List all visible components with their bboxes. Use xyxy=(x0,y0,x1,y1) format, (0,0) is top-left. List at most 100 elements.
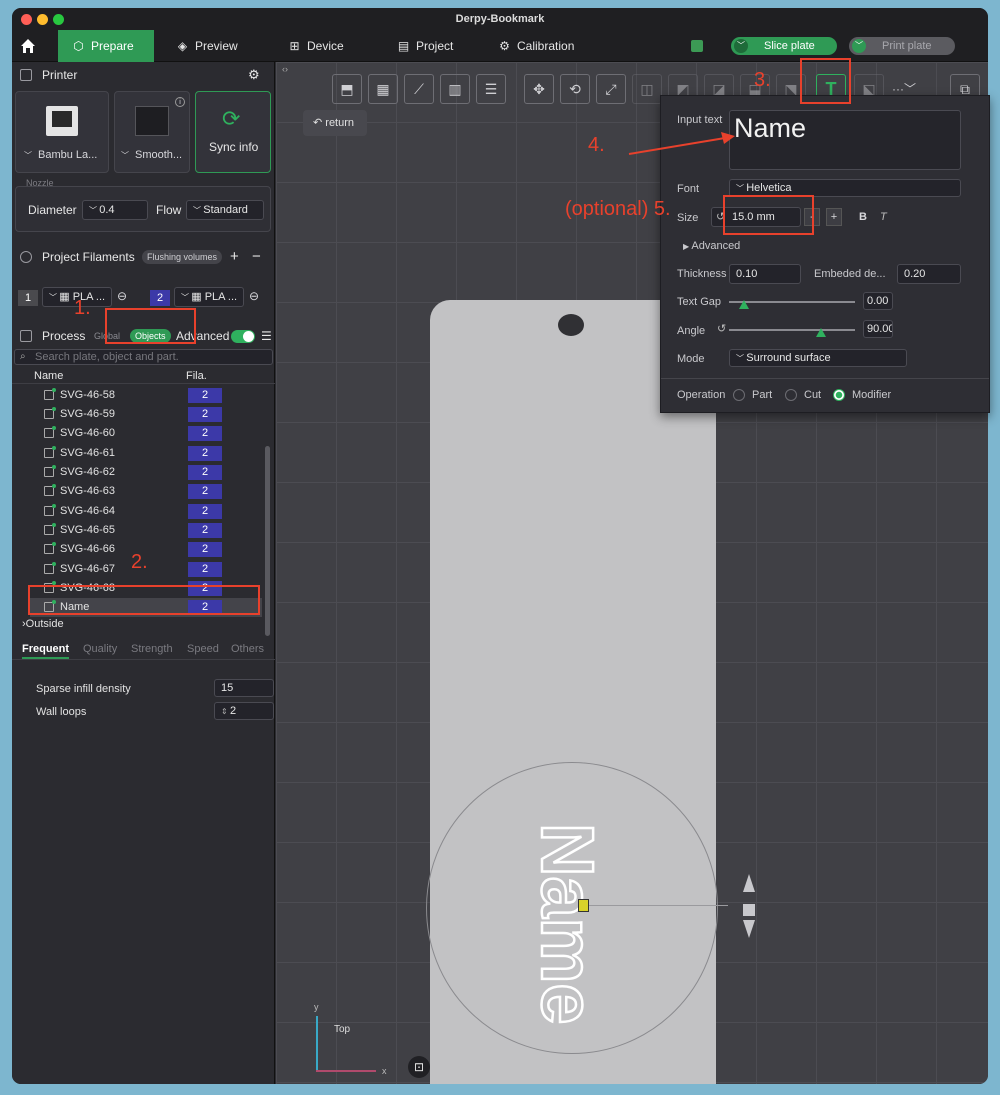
object-list-scrollbar[interactable] xyxy=(265,446,270,636)
layers-tool-icon[interactable]: ☰ xyxy=(476,74,506,104)
arrow-up-handle-icon[interactable] xyxy=(743,874,755,892)
annotation-box-name-row xyxy=(28,585,260,615)
flow-select[interactable]: ﹀ Standard xyxy=(186,200,264,220)
operation-part-radio[interactable] xyxy=(733,389,745,401)
filament-icon xyxy=(20,251,32,263)
arrange-icon[interactable]: ▥ xyxy=(440,74,470,104)
filament-edit-icon[interactable]: ⊖ xyxy=(249,289,259,303)
tab-preview[interactable]: ◈ Preview xyxy=(176,30,266,62)
list-item[interactable]: SVG-46-62 2 xyxy=(30,463,262,482)
remove-filament-icon[interactable]: − xyxy=(252,246,261,268)
object-list-header: Name Fila. xyxy=(12,368,275,384)
object-icon xyxy=(44,407,56,419)
gizmo-center-handle[interactable] xyxy=(578,899,589,912)
text-input-field[interactable]: Name xyxy=(729,110,961,170)
wall-loops-stepper[interactable]: ⇕ 2 xyxy=(214,702,274,720)
subtab-strength[interactable]: Strength xyxy=(131,643,173,655)
gizmo-axis-line xyxy=(578,905,728,906)
gizmo-square-handle[interactable] xyxy=(743,904,755,916)
tab-device[interactable]: ⊞ Device xyxy=(288,30,368,62)
subtab-others[interactable]: Others xyxy=(231,643,264,655)
arrow-down-handle-icon[interactable] xyxy=(743,920,755,938)
mode-select[interactable]: ﹀ Surround surface xyxy=(729,349,907,367)
list-item[interactable]: SVG-46-65 2 xyxy=(30,521,262,540)
outside-group[interactable]: ›Outside xyxy=(22,618,64,630)
list-item[interactable]: SVG-46-61 2 xyxy=(30,444,262,463)
rotate-tool-icon[interactable]: ⟲ xyxy=(560,74,590,104)
list-icon[interactable]: ☰ xyxy=(261,325,272,347)
angle-slider[interactable] xyxy=(729,329,855,331)
thickness-input[interactable]: 0.10 xyxy=(729,264,801,284)
operation-modifier-radio[interactable] xyxy=(833,389,845,401)
operation-cut-radio[interactable] xyxy=(785,389,797,401)
advanced-expander[interactable]: ▶ Advanced xyxy=(683,240,740,252)
text-gap-thumb[interactable] xyxy=(739,300,749,309)
tab-calibration[interactable]: ⚙ Calibration xyxy=(498,30,598,62)
subtab-speed[interactable]: Speed xyxy=(187,643,219,655)
chevron-down-icon: ﹀ xyxy=(736,354,747,363)
angle-thumb[interactable] xyxy=(816,328,826,337)
object-icon xyxy=(44,426,56,438)
filament-slot-2[interactable]: 2 ﹀ ▦ PLA ... ⊖ xyxy=(150,287,270,309)
bold-button[interactable]: B xyxy=(859,211,867,223)
sparse-infill-input[interactable]: 15 xyxy=(214,679,274,697)
text-gap-input[interactable]: 0.00 xyxy=(863,292,893,310)
auto-orient-icon[interactable]: ⟋ xyxy=(404,74,434,104)
tab-project[interactable]: ▤ Project xyxy=(397,30,477,62)
flushing-volumes-button[interactable]: Flushing volumes xyxy=(142,250,223,264)
return-button[interactable]: ↶ return xyxy=(303,110,367,136)
window-title: Derpy-Bookmark xyxy=(455,13,545,25)
printer-image xyxy=(46,106,78,136)
slice-plate-button[interactable]: ﹀ Slice plate xyxy=(731,37,837,55)
filament-edit-icon[interactable]: ⊖ xyxy=(117,289,127,303)
annotation-step-3: 3. xyxy=(754,69,771,91)
add-plate-icon[interactable]: ▦ xyxy=(368,74,398,104)
object-icon xyxy=(44,523,56,535)
info-icon[interactable]: i xyxy=(175,97,185,107)
list-item[interactable]: SVG-46-59 2 xyxy=(30,405,262,424)
printer-select-card[interactable]: ﹀ Bambu La... xyxy=(15,91,109,173)
angle-input[interactable]: 90.00 xyxy=(863,320,893,338)
add-object-icon[interactable]: ⬒ xyxy=(332,74,362,104)
zoom-window-button[interactable] xyxy=(53,14,64,25)
sync-info-button[interactable]: ⟳ Sync info xyxy=(195,91,271,173)
advanced-switch[interactable] xyxy=(231,330,255,343)
move-tool-icon[interactable]: ✥ xyxy=(524,74,554,104)
chevron-down-icon[interactable]: ﹀ xyxy=(852,39,866,53)
print-plate-button[interactable]: ﹀ Print plate xyxy=(849,37,955,55)
add-filament-icon[interactable]: + xyxy=(230,246,239,268)
settings-gear-icon[interactable]: ⚙ xyxy=(248,64,260,86)
object-icon xyxy=(44,484,56,496)
close-window-button[interactable] xyxy=(21,14,32,25)
reset-icon[interactable]: ↺ xyxy=(717,322,726,335)
subtab-frequent[interactable]: Frequent xyxy=(22,643,70,659)
diameter-select[interactable]: ﹀ 0.4 xyxy=(82,200,148,220)
home-icon[interactable] xyxy=(20,38,36,54)
chevron-down-icon[interactable]: ﹀ xyxy=(734,39,748,53)
project-icon: ▤ xyxy=(397,39,410,53)
minimize-window-button[interactable] xyxy=(37,14,48,25)
filament-select-2[interactable]: ﹀ ▦ PLA ... xyxy=(174,287,244,307)
list-item[interactable]: SVG-46-60 2 xyxy=(30,424,262,443)
list-item[interactable]: SVG-46-63 2 xyxy=(30,482,262,501)
stepper-icon[interactable]: ⇕ xyxy=(221,707,230,716)
multi-device-icon[interactable] xyxy=(691,40,703,52)
embedded-depth-input[interactable]: 0.20 xyxy=(897,264,961,284)
plate-select-card[interactable]: i ﹀ Smooth... xyxy=(114,91,190,173)
tab-prepare[interactable]: ⬡ Prepare xyxy=(58,30,154,62)
filament-grid-icon: ▦ xyxy=(191,291,205,303)
embossed-text-name[interactable]: Name xyxy=(525,822,611,1026)
collapse-sidebar-icon[interactable]: ‹› xyxy=(282,64,288,74)
object-icon xyxy=(44,504,56,516)
size-increase-button[interactable]: + xyxy=(826,208,842,226)
subtab-quality[interactable]: Quality xyxy=(83,643,117,655)
cut-tool-icon[interactable]: ◫ xyxy=(632,74,662,104)
nozzle-box: Diameter ﹀ 0.4 Flow ﹀ Standard xyxy=(15,186,271,232)
list-item[interactable]: SVG-46-58 2 xyxy=(30,386,262,405)
object-search-input[interactable]: ⌕ Search plate, object and part. xyxy=(14,349,273,365)
list-item[interactable]: SVG-46-64 2 xyxy=(30,502,262,521)
scale-tool-icon[interactable]: ⤢ xyxy=(596,74,626,104)
sync-icon: ⟳ xyxy=(222,106,241,131)
camera-reset-icon[interactable]: ⊡ xyxy=(408,1056,430,1078)
italic-button[interactable]: T xyxy=(880,211,887,223)
